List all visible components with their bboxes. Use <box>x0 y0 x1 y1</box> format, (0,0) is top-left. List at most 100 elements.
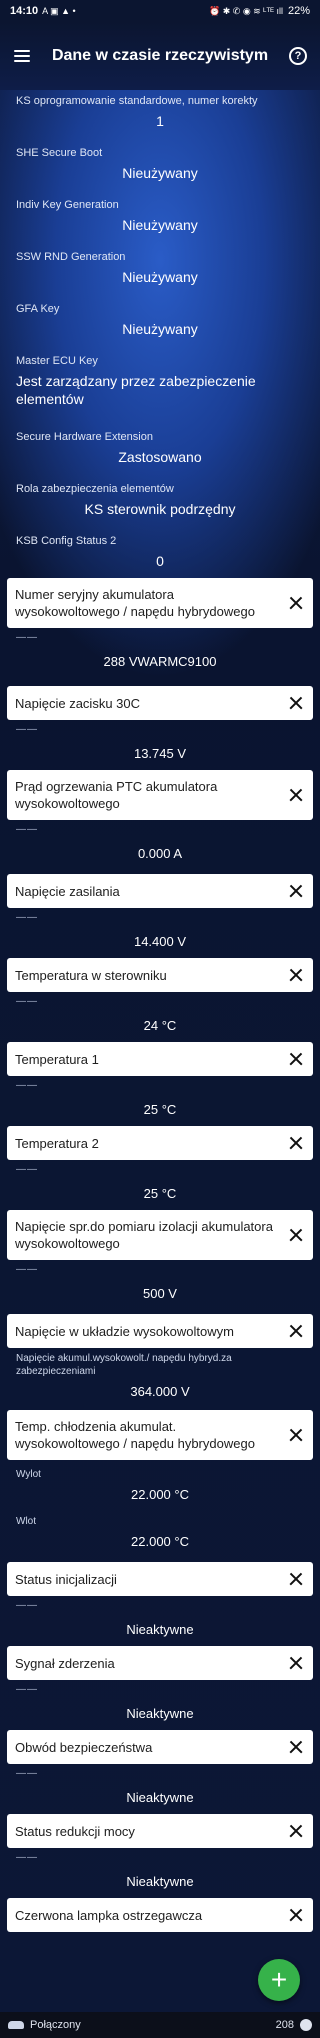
data-item-label: SHE Secure Boot <box>16 147 103 159</box>
data-item: Rola zabezpieczenia elementów KS sterowni… <box>0 478 320 530</box>
connection-status: Połączony <box>30 2019 81 2031</box>
parameter-card-body: —— 0.000 A <box>0 820 320 874</box>
parameter-value: Nieaktywne <box>126 1874 194 1889</box>
exit-icon[interactable] <box>300 2019 312 2031</box>
parameter-title: Temperatura 1 <box>15 1051 99 1067</box>
parameter-card-header: Napięcie zacisku 30C <box>7 686 313 720</box>
parameter-title: Status inicjalizacji <box>15 1571 117 1587</box>
parameter-card-body: —— Nieaktywne <box>0 1848 320 1898</box>
parameter-sublabel: Wlot <box>16 1516 36 1527</box>
plus-icon: + <box>270 1964 288 1995</box>
data-item-value: Jest zarządzany przez zabezpieczenie ele… <box>16 373 256 407</box>
data-item: SHE Secure Boot Nieużywany <box>0 142 320 194</box>
data-item: Secure Hardware Extension Zastosowano <box>0 426 320 478</box>
parameter-card-body: —— 288 VWARMC9100 <box>0 628 320 686</box>
close-icon[interactable] <box>287 1570 305 1588</box>
close-icon[interactable] <box>287 1738 305 1756</box>
data-item: GFA Key Nieużywany <box>0 298 320 350</box>
close-icon[interactable] <box>287 1426 305 1444</box>
menu-button[interactable] <box>0 34 44 78</box>
help-icon: ? <box>289 47 307 65</box>
data-item: SSW RND Generation Nieużywany <box>0 246 320 298</box>
parameter-sublabel: Wylot <box>16 1469 41 1480</box>
notification-icons: A ▣ ▲ • <box>42 5 76 16</box>
parameter-card-body: —— Nieaktywne <box>0 1596 320 1646</box>
parameter-count: 208 <box>275 2019 294 2031</box>
parameter-card-header: Temperatura 2 <box>7 1126 313 1160</box>
bottom-status-bar: Połączony 208 <box>0 2012 320 2038</box>
no-unit-marker: —— <box>16 632 38 643</box>
parameter-value: 22.000 °C <box>131 1487 189 1502</box>
no-unit-marker: —— <box>16 1264 38 1275</box>
parameter-value: 0.000 A <box>137 846 183 861</box>
parameter-card-header: Napięcie zasilania <box>7 874 313 908</box>
parameter-card-header: Status redukcji mocy <box>7 1814 313 1848</box>
close-icon[interactable] <box>287 1134 305 1152</box>
parameter-card-header: Temp. chłodzenia akumulat. wysokowoltowe… <box>7 1410 313 1460</box>
parameter-title: Prąd ogrzewania PTC akumulatora wysokowo… <box>15 779 218 811</box>
data-item-value: Zastosowano <box>118 449 202 465</box>
close-icon[interactable] <box>287 694 305 712</box>
data-item-value: 1 <box>156 113 164 129</box>
battery-level: 22% <box>287 5 310 17</box>
live-data-list[interactable]: KS oprogramowanie standardowe, numer kor… <box>0 90 320 1932</box>
parameter-value: Nieaktywne <box>126 1622 194 1637</box>
parameter-value: 25 °C <box>143 1186 177 1201</box>
parameter-title: Napięcie w układzie wysokowoltowym <box>15 1323 234 1339</box>
add-button[interactable]: + <box>258 1959 300 2001</box>
close-icon[interactable] <box>287 1226 305 1244</box>
data-item-label: Master ECU Key <box>16 355 98 367</box>
parameter-card-body: —— 14.400 V <box>0 908 320 958</box>
parameter-card-header: Numer seryjny akumulatora wysokowoltoweg… <box>7 578 313 628</box>
parameter-value: 13.745 V <box>133 746 187 761</box>
system-icons: ⏰ ✱ ✆ ◉ ≋ ᴸᵀᴱ ıll 22% <box>209 5 310 17</box>
no-unit-marker: —— <box>16 824 38 835</box>
parameter-card-body: —— 13.745 V <box>0 720 320 770</box>
data-item-label: SSW RND Generation <box>16 251 126 263</box>
data-item-value: Nieużywany <box>122 217 198 233</box>
help-button[interactable]: ? <box>276 34 320 78</box>
data-item: KSB Config Status 2 0 <box>0 530 320 578</box>
close-icon[interactable] <box>287 1050 305 1068</box>
parameter-card-header: Sygnał zderzenia <box>7 1646 313 1680</box>
close-icon[interactable] <box>287 594 305 612</box>
data-item-value: Nieużywany <box>122 321 198 337</box>
parameter-card-body: Napięcie akumul.wysokowolt./ napędu hybr… <box>0 1348 320 1410</box>
parameter-title: Napięcie spr.do pomiaru izolacji akumula… <box>15 1219 273 1251</box>
parameter-card-header: Prąd ogrzewania PTC akumulatora wysokowo… <box>7 770 313 820</box>
data-item: Master ECU Key Jest zarządzany przez zabe… <box>0 350 320 426</box>
parameter-card-body: —— 500 V <box>0 1260 320 1314</box>
close-icon[interactable] <box>287 882 305 900</box>
close-icon[interactable] <box>287 1906 305 1924</box>
parameter-card-header: Temperatura w sterowniku <box>7 958 313 992</box>
parameter-card-body: —— Nieaktywne <box>0 1764 320 1814</box>
hamburger-icon <box>14 50 30 62</box>
parameter-title: Sygnał zderzenia <box>15 1655 115 1671</box>
close-icon[interactable] <box>287 786 305 804</box>
close-icon[interactable] <box>287 1322 305 1340</box>
close-icon[interactable] <box>287 966 305 984</box>
parameter-value: Nieaktywne <box>126 1790 194 1805</box>
system-status-bar: 14:10 A ▣ ▲ • ⏰ ✱ ✆ ◉ ≋ ᴸᵀᴱ ıll 22% <box>0 0 320 22</box>
data-item: KS oprogramowanie standardowe, numer kor… <box>0 90 320 142</box>
data-item-value: Nieużywany <box>122 165 198 181</box>
data-item-value: 0 <box>156 553 164 569</box>
close-icon[interactable] <box>287 1654 305 1672</box>
data-item-label: KS oprogramowanie standardowe, numer kor… <box>16 95 258 107</box>
data-item: Indiv Key Generation Nieużywany <box>0 194 320 246</box>
data-item-label: Indiv Key Generation <box>16 199 119 211</box>
parameter-value: 24 °C <box>143 1018 177 1033</box>
parameter-card-header: Obwód bezpieczeństwa <box>7 1730 313 1764</box>
parameter-card-header: Napięcie spr.do pomiaru izolacji akumula… <box>7 1210 313 1260</box>
no-unit-marker: —— <box>16 912 38 923</box>
no-unit-marker: —— <box>16 1852 38 1863</box>
parameter-value: 25 °C <box>143 1102 177 1117</box>
parameter-title: Napięcie zasilania <box>15 883 120 899</box>
parameter-card-body: —— 24 °C <box>0 992 320 1042</box>
close-icon[interactable] <box>287 1822 305 1840</box>
parameter-card-body: —— Nieaktywne <box>0 1680 320 1730</box>
data-item-value: Nieużywany <box>122 269 198 285</box>
data-item-label: KSB Config Status 2 <box>16 535 117 547</box>
parameter-card-body: —— 25 °C <box>0 1076 320 1126</box>
parameter-value: 500 V <box>143 1286 177 1301</box>
